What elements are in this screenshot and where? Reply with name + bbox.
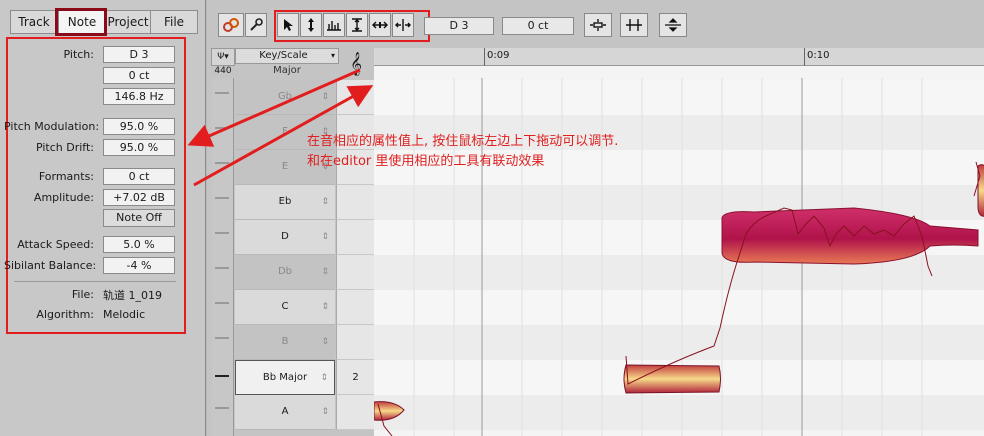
link-icon[interactable]	[218, 13, 244, 37]
quantize-time-icon[interactable]	[620, 13, 648, 37]
scale-key-label: D	[281, 231, 289, 242]
tab-file[interactable]: File	[150, 10, 198, 34]
scale-key-row[interactable]: A ⇕	[235, 395, 335, 430]
scale-degree	[336, 395, 374, 430]
scale-key-row[interactable]: D ⇕	[235, 220, 335, 255]
scale-degree	[336, 255, 374, 290]
tab-note[interactable]: Note	[58, 10, 106, 34]
time-ruler[interactable]: 0:09 0:10	[374, 48, 984, 66]
annotation-line-1: 在音相应的属性值上, 按住鼠标左边上下拖动可以调节.	[307, 134, 619, 149]
tab-project[interactable]: Project	[104, 10, 152, 34]
key-scale-dropdown[interactable]: Key/Scale ▾	[235, 48, 339, 64]
ruler-tick	[484, 48, 485, 66]
spinner-icon[interactable]: ⇕	[321, 185, 329, 219]
key-scale-value: Major	[273, 65, 301, 76]
scale-key-label: Bb Major	[262, 372, 308, 383]
spinner-icon[interactable]: ⇕	[321, 325, 329, 359]
pitch-grid[interactable]	[374, 66, 984, 436]
quantize-pitch-icon[interactable]	[659, 13, 687, 37]
scale-key-label: C	[281, 301, 289, 312]
scale-degree: 2	[336, 360, 374, 395]
center-pitch-icon[interactable]	[584, 13, 612, 37]
ruler-tick	[804, 48, 805, 66]
grid-row	[374, 290, 984, 325]
annotation-line-2: 和在editor 里使用相应的工具有联动效果	[307, 154, 545, 169]
scale-degree	[336, 185, 374, 220]
scale-degree	[336, 290, 374, 325]
scale-degree	[336, 220, 374, 255]
scale-key-row[interactable]: Eb ⇕	[235, 185, 335, 220]
current-note-field[interactable]: D 3	[424, 17, 494, 35]
scale-degree	[336, 80, 374, 115]
scale-key-label: E	[281, 161, 289, 172]
grid-row	[374, 395, 984, 430]
current-cents-field[interactable]: 0 ct	[502, 17, 574, 35]
scale-key-row[interactable]: B ⇕	[235, 325, 335, 360]
wrench-icon[interactable]	[245, 13, 267, 37]
scale-key-row[interactable]: C ⇕	[235, 290, 335, 325]
scale-key-row[interactable]: Bb Major ⇕	[235, 360, 335, 395]
scale-key-row[interactable]: Gb ⇕	[235, 80, 335, 115]
scale-key-label: F	[282, 126, 288, 137]
spinner-icon[interactable]: ⇕	[321, 290, 329, 324]
scale-key-label: Gb	[277, 91, 293, 102]
chevron-down-icon: ▾	[330, 51, 335, 60]
grid-row	[374, 325, 984, 360]
spinner-icon[interactable]: ⇕	[321, 220, 329, 254]
scale-key-label: A	[281, 406, 289, 417]
pitch-note-field[interactable]: D 3	[103, 46, 175, 63]
scale-key-label: B	[281, 336, 289, 347]
key-scale-label: Key/Scale	[259, 50, 308, 61]
tab-track[interactable]: Track	[10, 10, 58, 34]
toolbar-highlight-box	[274, 10, 430, 42]
scale-degree	[336, 325, 374, 360]
spinner-icon[interactable]: ⇕	[321, 395, 329, 429]
time-marker-009: 0:09	[487, 50, 510, 61]
grid-row	[374, 80, 984, 115]
spinner-icon[interactable]: ⇕	[320, 361, 328, 395]
pitch-label: Pitch:	[63, 48, 95, 61]
scale-key-row[interactable]: Db ⇕	[235, 255, 335, 290]
treble-clef-icon[interactable]: 𝄞	[343, 50, 369, 78]
tuning-reference[interactable]: 440	[211, 64, 235, 78]
spinner-icon[interactable]: ⇕	[321, 255, 329, 289]
spinner-icon[interactable]: ⇕	[321, 80, 329, 114]
scale-key-label: Db	[277, 266, 293, 277]
time-marker-010: 0:10	[807, 50, 830, 61]
scale-key-label: Eb	[278, 196, 292, 207]
